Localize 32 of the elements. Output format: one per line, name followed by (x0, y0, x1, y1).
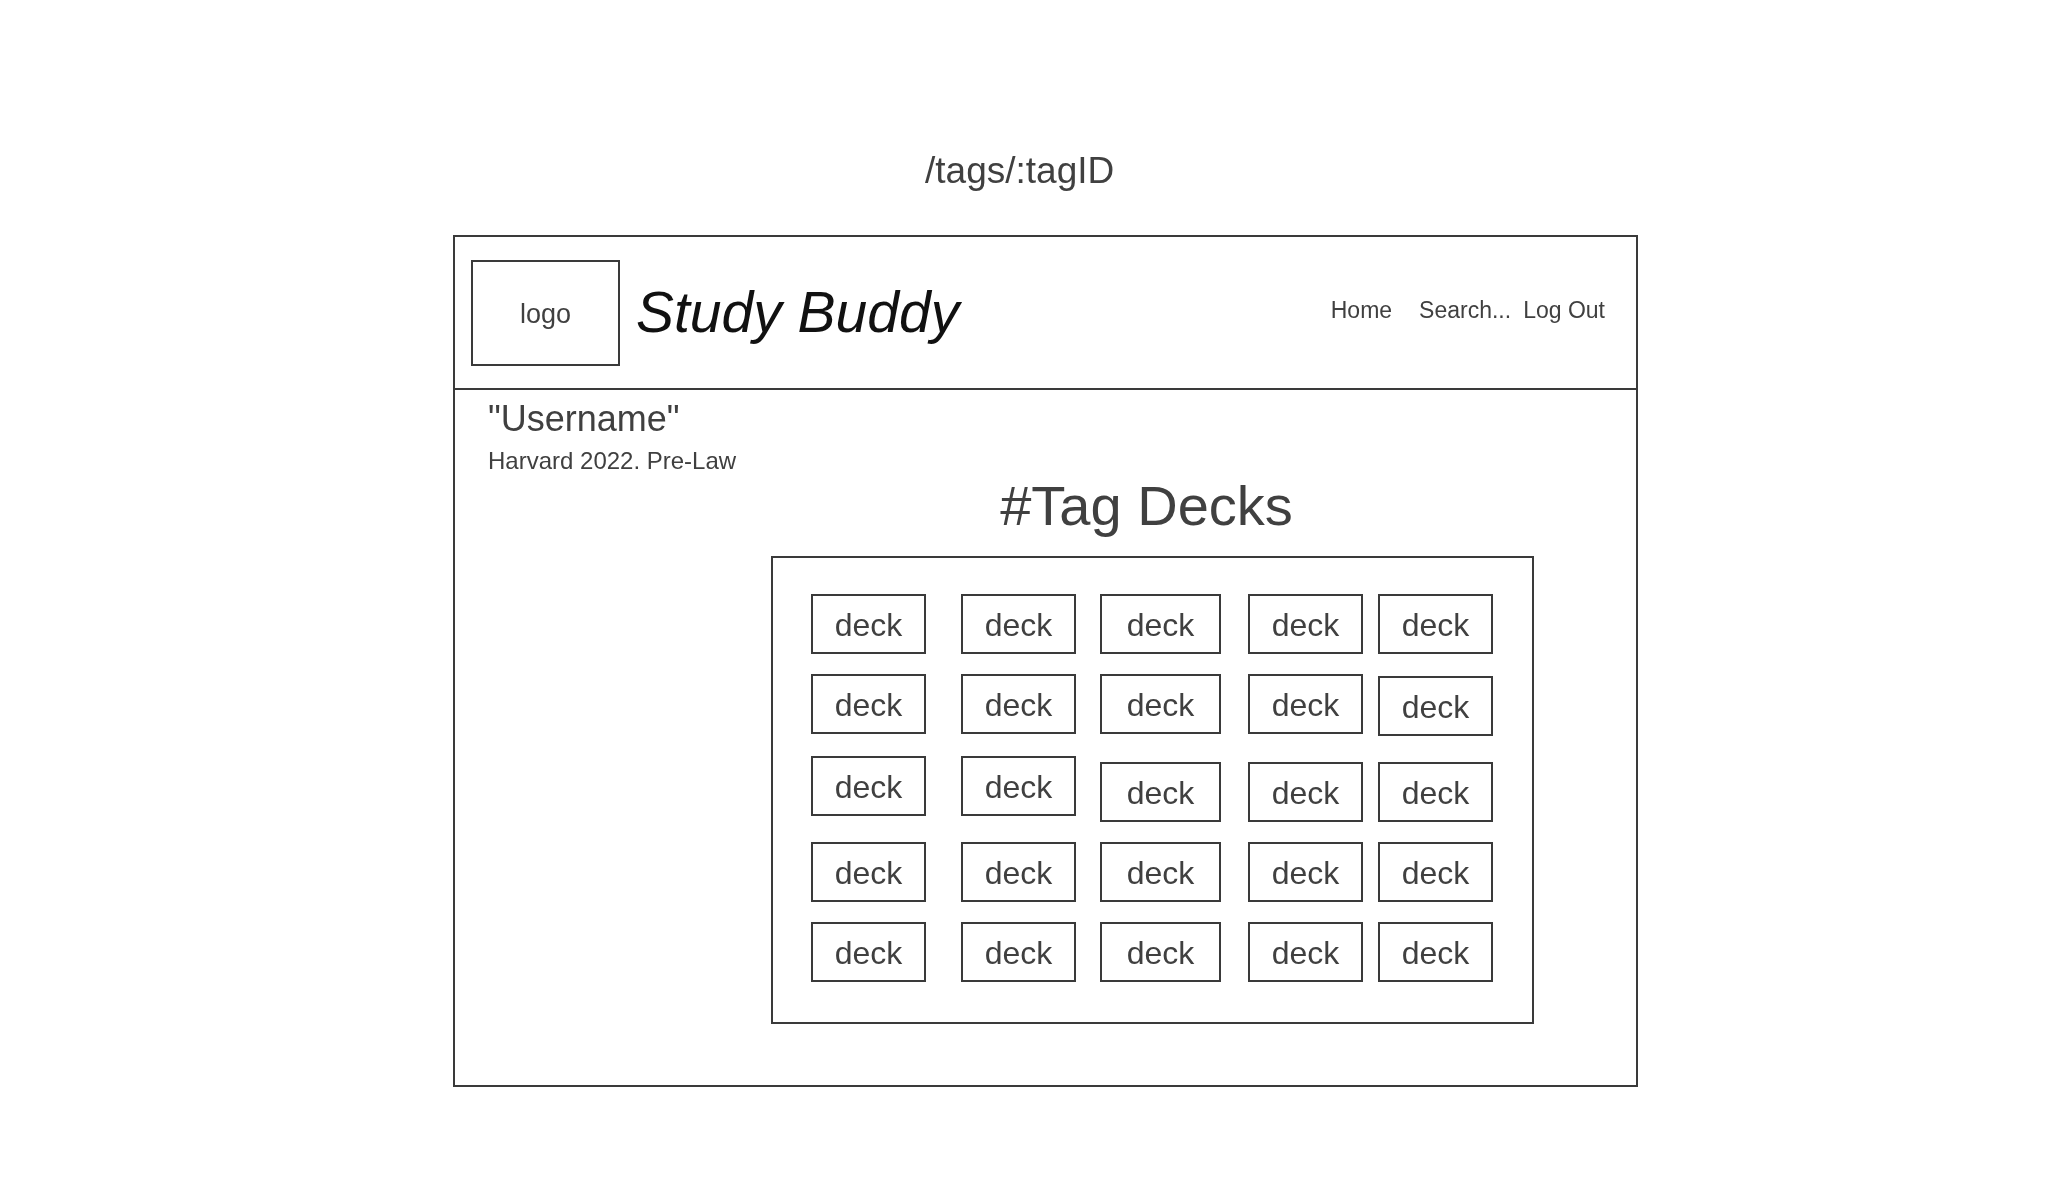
page-route-title: /tags/:tagID (925, 149, 1115, 193)
deck-card[interactable]: deck (811, 922, 926, 982)
deck-card[interactable]: deck (1378, 842, 1493, 902)
deck-card[interactable]: deck (811, 594, 926, 654)
deck-card[interactable]: deck (961, 756, 1076, 816)
deck-card[interactable]: deck (1248, 594, 1363, 654)
deck-card[interactable]: deck (1378, 762, 1493, 822)
nav-link[interactable]: Search... (1419, 299, 1512, 322)
deck-card[interactable]: deck (1100, 842, 1221, 902)
nav-link[interactable]: Log Out (1523, 299, 1605, 322)
deck-card[interactable]: deck (961, 674, 1076, 734)
username: "Username" (488, 401, 680, 437)
deck-card[interactable]: deck (1378, 676, 1493, 736)
nav-link[interactable]: Home (1330, 299, 1393, 322)
deck-card[interactable]: deck (961, 842, 1076, 902)
deck-card[interactable]: deck (1100, 762, 1221, 822)
deck-card[interactable]: deck (811, 756, 926, 816)
profile-details: Harvard 2022. Pre-Law (488, 449, 737, 473)
deck-card[interactable]: deck (1100, 674, 1221, 734)
deck-card[interactable]: deck (1100, 594, 1221, 654)
deck-card[interactable]: deck (1100, 922, 1221, 982)
deck-card[interactable]: deck (961, 922, 1076, 982)
deck-card[interactable]: deck (811, 674, 926, 734)
logo-label: logo (519, 301, 571, 328)
deck-card[interactable]: deck (961, 594, 1076, 654)
deck-card[interactable]: deck (1378, 594, 1493, 654)
deck-card[interactable]: deck (811, 842, 926, 902)
deck-card[interactable]: deck (1248, 922, 1363, 982)
deck-card[interactable]: deck (1248, 842, 1363, 902)
deck-card[interactable]: deck (1248, 762, 1363, 822)
deck-card[interactable]: deck (1378, 922, 1493, 982)
deck-card[interactable]: deck (1248, 674, 1363, 734)
